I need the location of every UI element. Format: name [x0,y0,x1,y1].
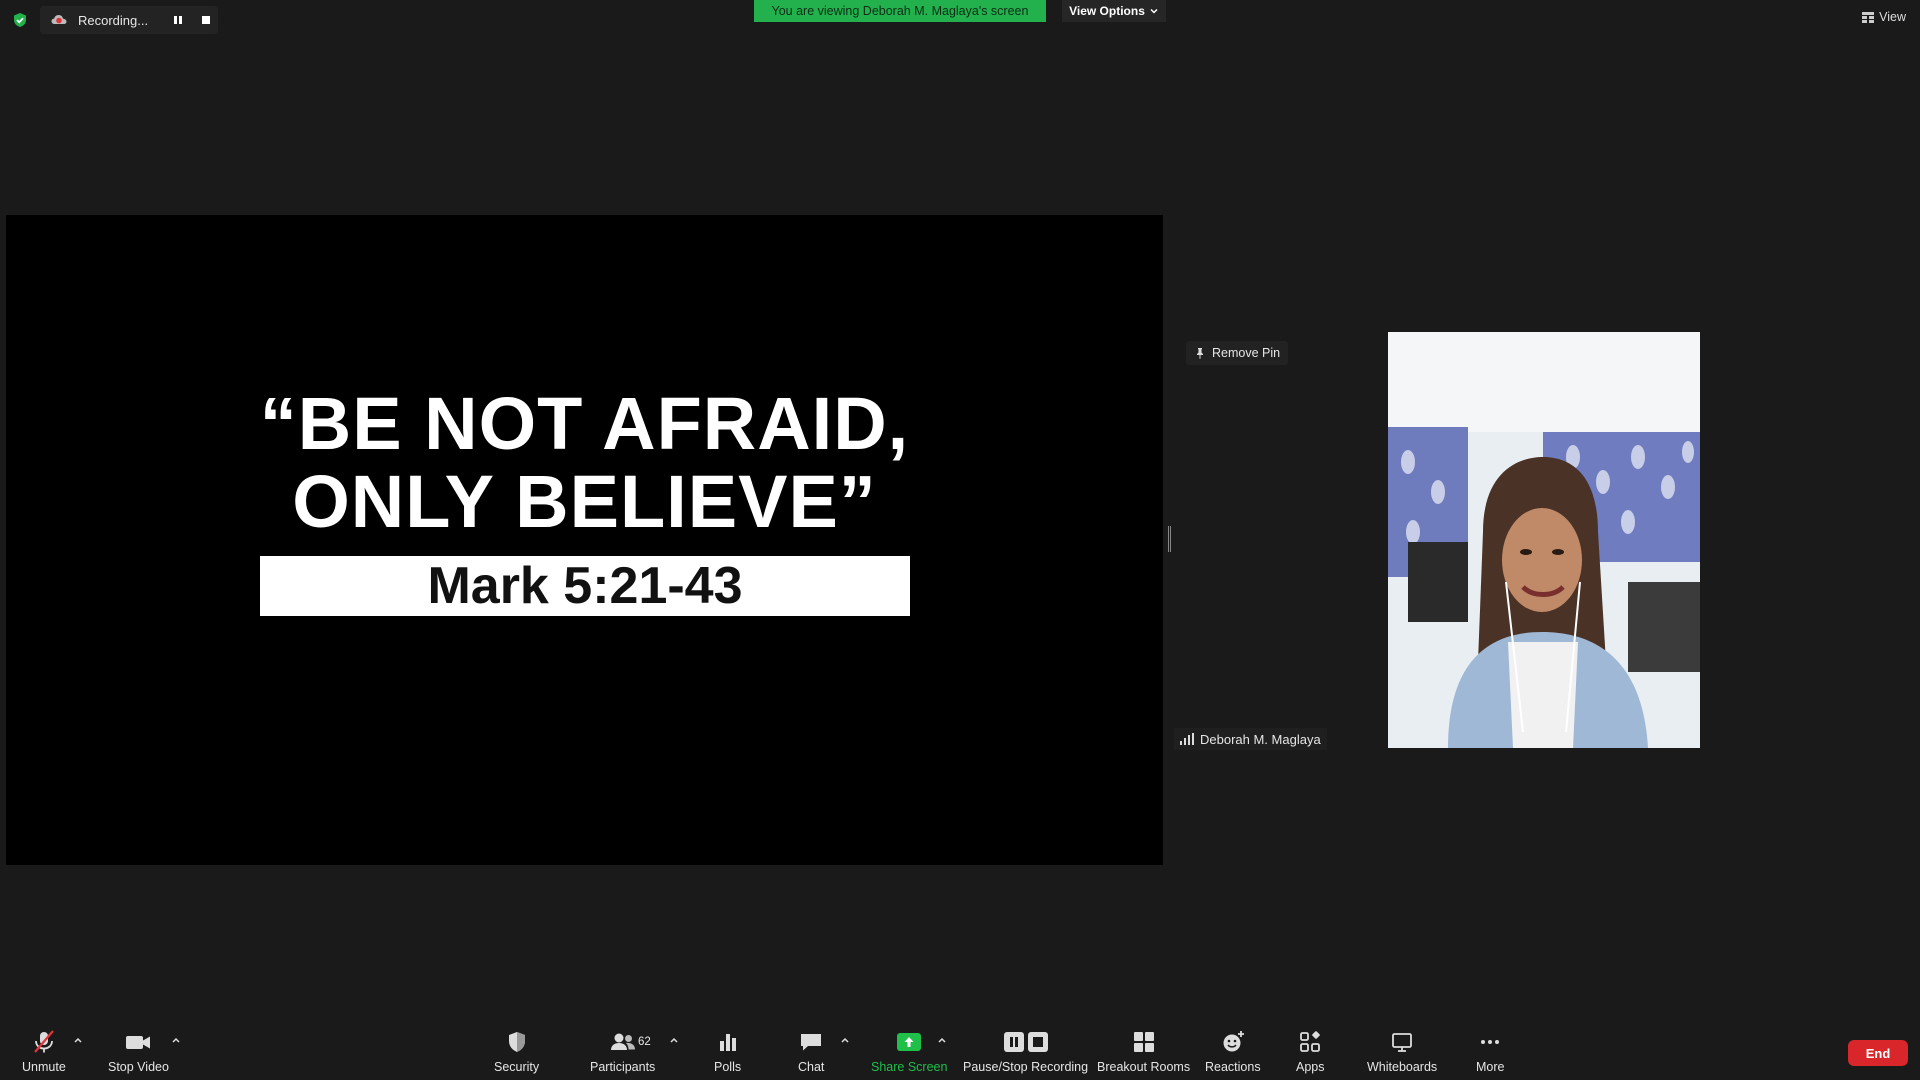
breakout-rooms-button[interactable]: Breakout Rooms [1097,1030,1190,1074]
shared-screen: “BE NOT AFRAID, ONLY BELIEVE” Mark 5:21-… [6,215,1163,865]
share-screen-button[interactable]: Share Screen [871,1030,947,1074]
slide-title-line2: ONLY BELIEVE” [292,460,877,543]
security-shield-icon [508,1032,525,1052]
grid-view-icon [1862,11,1875,23]
polls-label: Polls [714,1060,742,1074]
apps-label: Apps [1296,1060,1325,1074]
pause-icon[interactable] [172,14,184,26]
more-button[interactable]: More [1476,1030,1504,1074]
participant-name-label: Deborah M. Maglaya [1174,728,1327,750]
more-label: More [1476,1060,1505,1074]
pin-icon [1197,348,1203,359]
remove-pin-label: Remove Pin [1212,346,1281,360]
unmute-label: Unmute [22,1060,66,1074]
whiteboards-icon [1392,1033,1412,1052]
whiteboards-button[interactable]: Whiteboards [1367,1030,1437,1074]
view-button[interactable]: View [1862,10,1906,24]
more-icon [1481,1040,1500,1044]
slide-reference: Mark 5:21-43 [427,557,743,615]
participants-count: 62 [638,1036,651,1048]
security-button[interactable]: Security [494,1030,539,1074]
apps-button[interactable]: Apps [1296,1030,1325,1074]
participant-video[interactable] [1388,332,1700,748]
meeting-toolbar [0,1020,1920,1080]
participants-icon [610,1033,635,1050]
recording-indicator[interactable]: Recording... [40,6,218,34]
slide-title-line1: “BE NOT AFRAID, [259,382,910,465]
shield-check-icon[interactable] [12,12,28,28]
recording-label: Recording... [78,12,149,28]
pause-stop-recording-icon [1003,1032,1048,1052]
participants-label: Participants [590,1060,656,1074]
chevron-up-icon[interactable] [73,1036,83,1044]
pause-stop-recording-label: Pause/Stop Recording [963,1060,1089,1074]
panel-splitter-handle[interactable] [1168,526,1171,552]
chat-label: Chat [798,1060,825,1074]
slide-title: “BE NOT AFRAID, ONLY BELIEVE” [6,385,1163,541]
stop-video-label: Stop Video [108,1060,169,1074]
signal-icon [1180,733,1194,745]
apps-icon [1300,1031,1321,1052]
camera-icon [126,1036,151,1049]
remove-pin-button[interactable]: Remove Pin [1186,341,1289,365]
chevron-up-icon[interactable] [840,1036,850,1044]
reactions-button[interactable]: Reactions [1205,1030,1261,1074]
chevron-down-icon [1150,8,1158,14]
cloud-record-icon [51,15,67,24]
chat-button[interactable]: Chat [798,1030,824,1074]
share-screen-icon [897,1033,922,1051]
whiteboards-label: Whiteboards [1367,1060,1438,1074]
chevron-up-icon[interactable] [669,1036,679,1044]
end-meeting-button[interactable]: End [1848,1040,1908,1066]
breakout-rooms-icon [1133,1032,1154,1052]
breakout-rooms-label: Breakout Rooms [1097,1060,1191,1074]
chat-icon [801,1034,822,1051]
slide-reference-box: Mark 5:21-43 [260,556,910,616]
view-label: View [1879,10,1906,24]
polls-icon [719,1034,736,1051]
pause-stop-recording-button[interactable]: Pause/Stop Recording [963,1030,1088,1074]
chevron-up-icon[interactable] [937,1036,947,1044]
security-label: Security [494,1060,540,1074]
polls-button[interactable]: Polls [714,1030,741,1074]
viewing-banner: You are viewing Deborah M. Maglaya's scr… [754,0,1046,22]
unmute-button[interactable]: Unmute [22,1030,66,1074]
view-options-button[interactable]: View Options [1062,0,1166,22]
participant-name: Deborah M. Maglaya [1200,731,1321,747]
share-screen-label: Share Screen [871,1060,948,1074]
stop-video-button[interactable]: Stop Video [108,1030,169,1074]
reactions-label: Reactions [1205,1060,1261,1074]
stop-icon[interactable] [200,14,212,26]
mic-muted-icon [34,1030,54,1053]
view-options-label: View Options [1069,4,1145,18]
chevron-up-icon[interactable] [171,1036,181,1044]
reactions-icon [1223,1031,1244,1052]
